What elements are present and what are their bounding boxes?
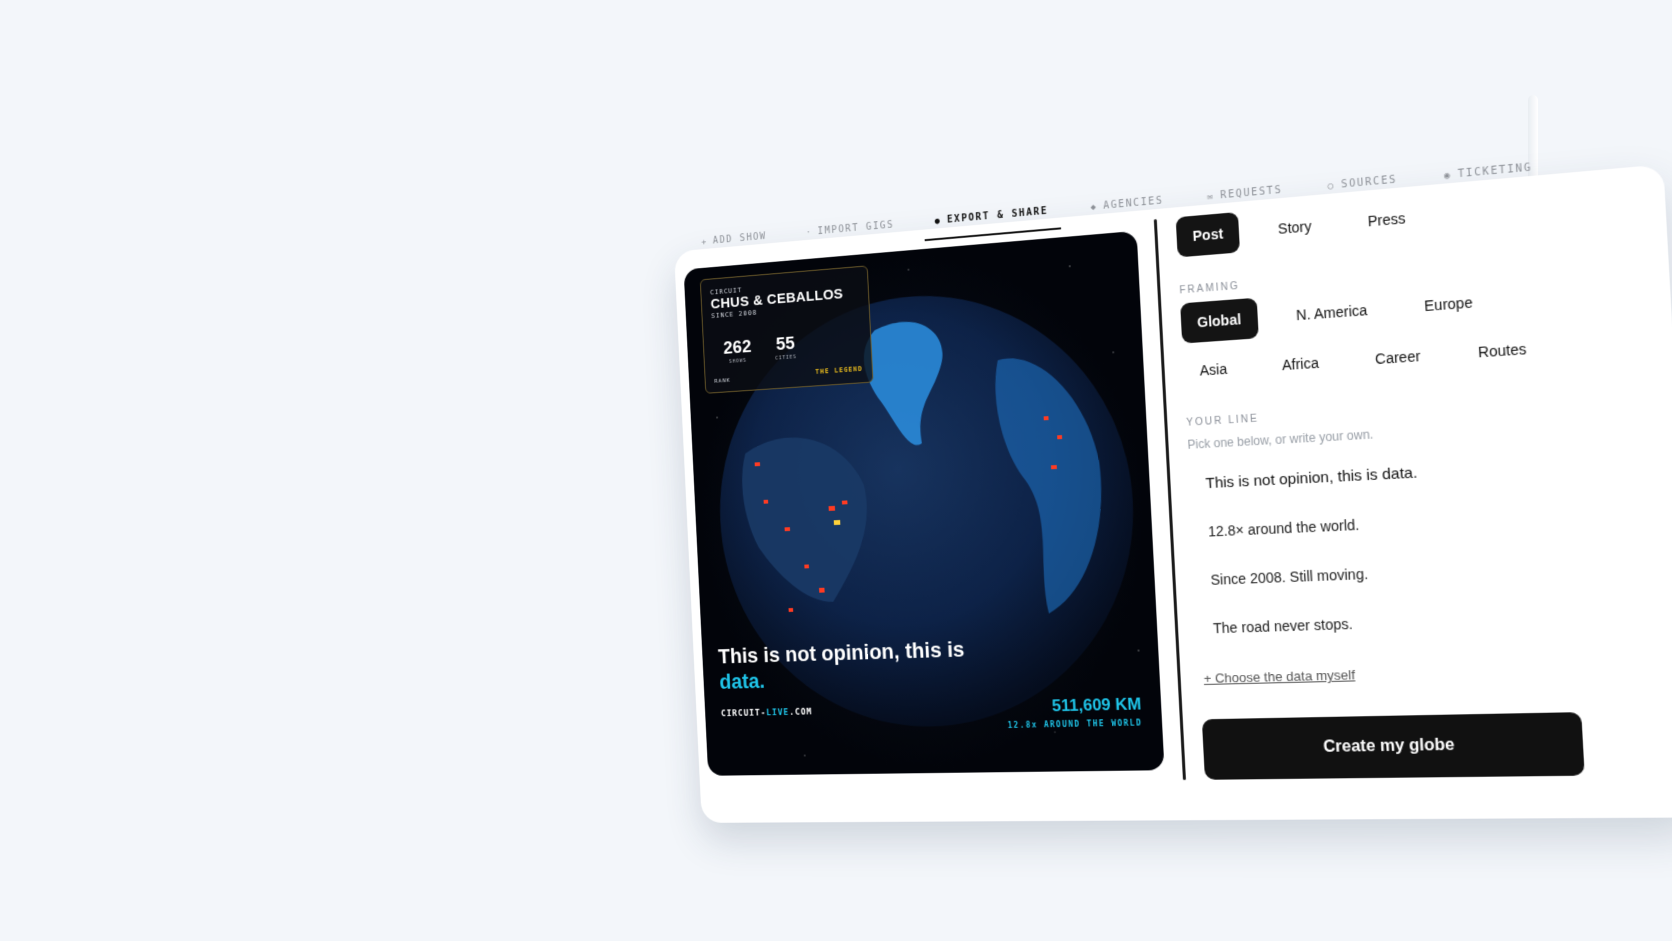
framing-asia[interactable]: Asia (1183, 347, 1245, 391)
your-line-label: YOUR LINE (1186, 413, 1260, 429)
format-story[interactable]: Story (1261, 204, 1330, 250)
site-part-a: CIRCUIT- (720, 708, 767, 720)
tab-label: TICKETING (1457, 162, 1533, 181)
framing-africa[interactable]: Africa (1265, 341, 1337, 386)
framing-europe[interactable]: Europe (1406, 280, 1491, 328)
globe-preview: CIRCUIT CHUS & CEBALLOS SINCE 2008 262 S… (683, 230, 1165, 776)
tab-label: SOURCES (1340, 174, 1398, 191)
distance-total: 511,609 KM (1051, 694, 1142, 716)
tagline-main: This is not opinion, this is (717, 636, 965, 669)
your-line-hint: Pick one below, or write your own. (1187, 427, 1374, 452)
scene: + ADD SHOW · IMPORT GIGS ● EXPORT & SHARE ◆… (0, 0, 1672, 941)
site-part-b: LIVE (766, 708, 790, 719)
create-globe-button[interactable]: Create my globe (1201, 712, 1585, 780)
dot-icon: · (805, 228, 813, 239)
format-press[interactable]: Press (1350, 196, 1424, 243)
site-url: CIRCUIT-LIVE.COM (721, 708, 813, 719)
line-option-1[interactable]: This is not opinion, this is data. (1205, 464, 1418, 492)
circle-icon: ○ (1327, 180, 1336, 192)
tab-label: REQUESTS (1220, 184, 1283, 202)
framing-career[interactable]: Career (1357, 334, 1438, 380)
line-option-4[interactable]: The road never stops. (1213, 616, 1353, 637)
framing-global[interactable]: Global (1180, 297, 1259, 344)
tab-label: IMPORT GIGS (817, 219, 895, 238)
framing-label: FRAMING (1179, 280, 1241, 297)
bullet-icon: ● (934, 216, 942, 227)
target-icon: ◉ (1443, 170, 1452, 182)
mail-icon: ✉ (1207, 191, 1215, 203)
tab-label: AGENCIES (1103, 195, 1164, 212)
cities-label: CITIES (775, 354, 797, 362)
choose-data-link[interactable]: + Choose the data myself (1203, 667, 1355, 686)
line-option-3[interactable]: Since 2008. Still moving. (1210, 566, 1368, 588)
stat-cities: 55 CITIES (774, 333, 797, 361)
line-option-2[interactable]: 12.8× around the world. (1208, 517, 1360, 540)
tagline-highlight: data. (718, 668, 766, 694)
artist-card: CIRCUIT CHUS & CEBALLOS SINCE 2008 262 S… (699, 265, 874, 394)
tab-label: ADD SHOW (712, 231, 767, 247)
share-panel: + ADD SHOW · IMPORT GIGS ● EXPORT & SHARE ◆… (674, 123, 1672, 823)
rank-label: RANK (714, 377, 731, 385)
site-part-c: .COM (789, 707, 813, 718)
cities-count: 55 (775, 333, 796, 355)
tab-label: EXPORT & SHARE (946, 205, 1049, 226)
framing-n-america[interactable]: N. America (1279, 288, 1385, 336)
diamond-icon: ◆ (1090, 202, 1098, 213)
share-controls: Post Story Press FRAMING Global N. Ameri… (1175, 181, 1630, 780)
shows-count: 262 (722, 336, 752, 359)
rank-value: THE LEGEND (815, 364, 863, 376)
stat-shows: 262 SHOWS (723, 337, 752, 365)
framing-routes[interactable]: Routes (1460, 327, 1545, 374)
tagline: This is not opinion, this is data. (718, 635, 994, 694)
plus-icon: + (701, 237, 708, 248)
format-post[interactable]: Post (1175, 211, 1241, 258)
